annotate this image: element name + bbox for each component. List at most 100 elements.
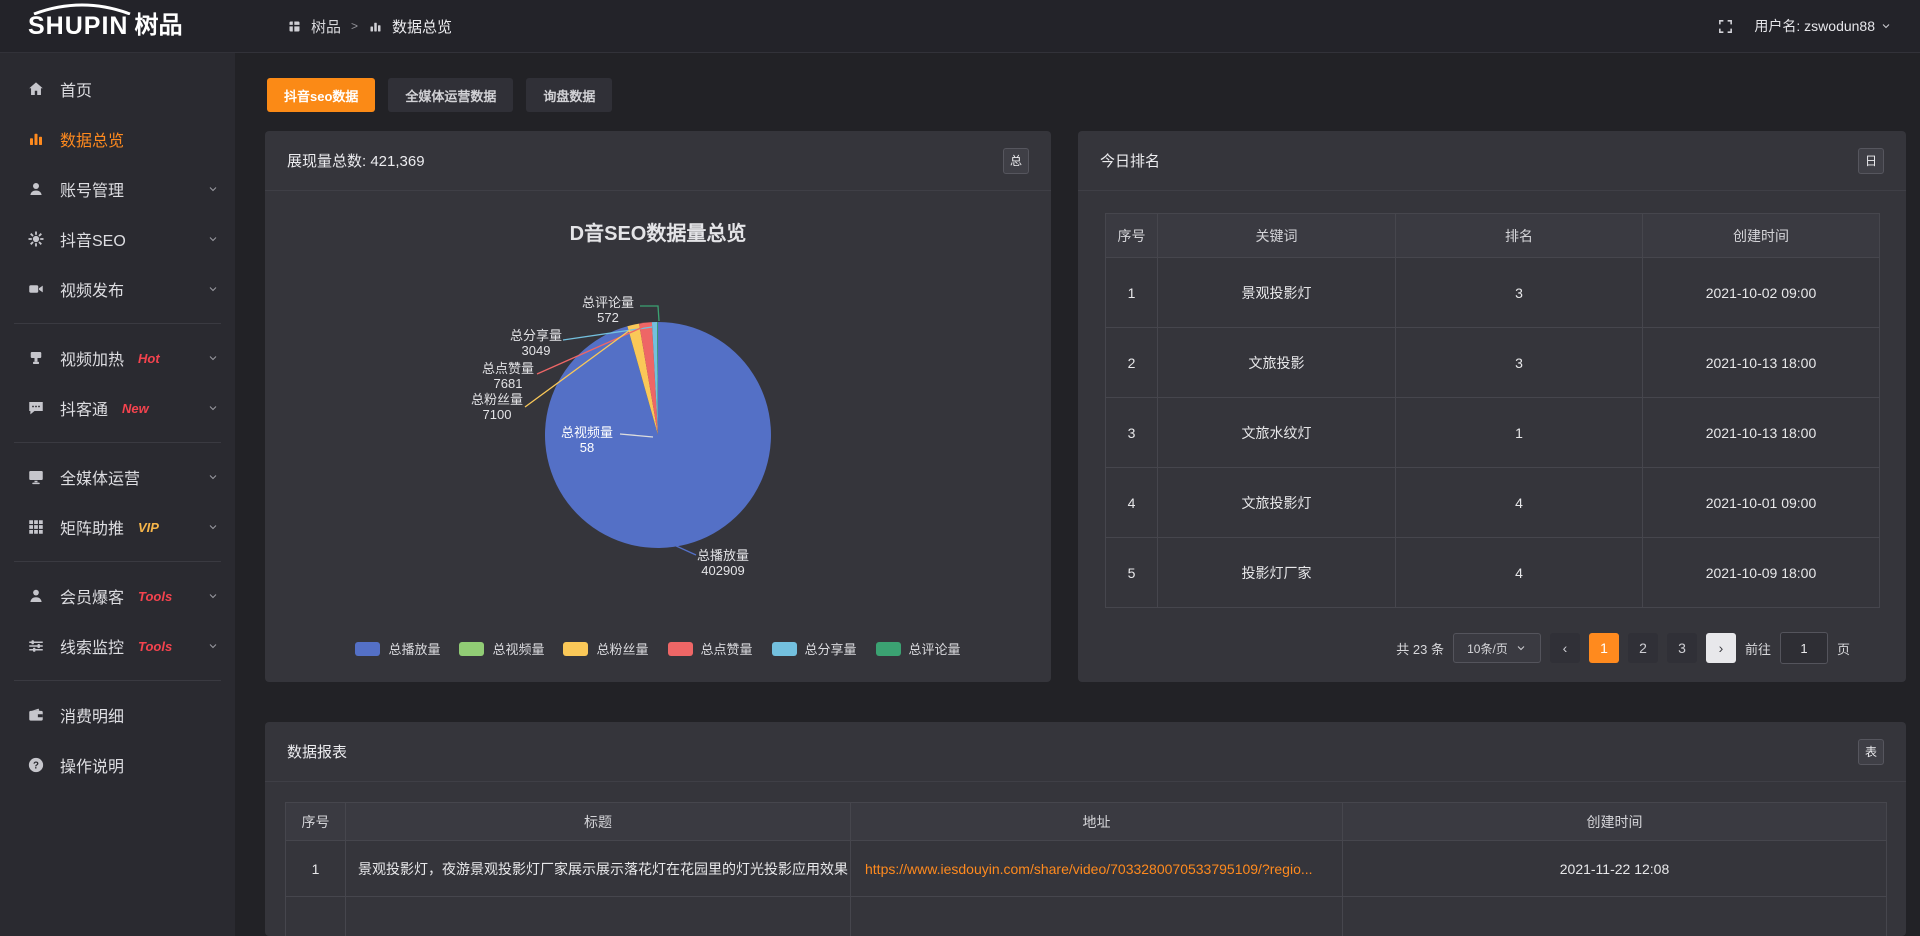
sidebar-item-expense-detail[interactable]: 消费明细 [0,690,235,740]
chevron-down-icon [1515,642,1527,654]
logo-text-en: SHUPIN [28,14,128,39]
table-cell: 3 [1106,398,1158,468]
table-cell: 4 [1106,468,1158,538]
chevron-down-icon [207,521,219,533]
report-cell-index: 1 [286,841,346,897]
chevron-down-icon [207,471,219,483]
breadcrumb-root-icon [287,19,302,34]
sidebar-item-douyin-seo[interactable]: 抖音SEO [0,214,235,264]
table-row: 5投影灯厂家42021-10-09 18:00 [1106,538,1880,608]
ranking-col-header: 关键词 [1158,214,1396,258]
sidebar-item-home[interactable]: 首页 [0,64,235,114]
sidebar-item-account-manage[interactable]: 账号管理 [0,164,235,214]
table-cell: 文旅水纹灯 [1158,398,1396,468]
report-col-header: 创建时间 [1343,803,1887,841]
report-col-header: 地址 [851,803,1343,841]
pie-label-value: 58 [561,440,613,455]
table-cell: 4 [1396,468,1643,538]
table-cell [1343,897,1887,936]
pie-label-share: 总分享量3049 [510,328,562,358]
table-row: 1景观投影灯，夜游景观投影灯厂家展示展示落花灯在花园里的灯光投影应用效果 # ht… [286,841,1887,897]
logo-arc-icon [30,3,134,15]
page-buttons: 123 [1589,633,1697,663]
sidebar-item-douketong[interactable]: 抖客通New [0,383,235,433]
sidebar-item-help-guide[interactable]: ?操作说明 [0,740,235,790]
breadcrumb-root[interactable]: 树品 [311,16,341,37]
pie-chart [265,131,1051,682]
sidebar-item-matrix-boost[interactable]: 矩阵助推VIP [0,502,235,552]
tab-douyin-seo-data[interactable]: 抖音seo数据 [267,78,375,112]
sidebar-divider [14,442,221,443]
ranking-col-header: 创建时间 [1643,214,1880,258]
member-icon [27,587,45,605]
ranking-corner-button[interactable]: 日 [1858,148,1884,174]
user-menu[interactable]: 用户名: zswodun88 [1754,16,1892,36]
sidebar-item-clue-monitor[interactable]: 线索监控Tools [0,621,235,671]
tab-inquiry-data[interactable]: 询盘数据 [526,78,612,112]
goto-page-input[interactable] [1780,632,1828,664]
sidebar-item-media-operation[interactable]: 全媒体运营 [0,452,235,502]
next-page-button[interactable]: › [1706,633,1736,663]
pie-label-video: 总视频量58 [561,425,613,455]
page-root: SHUPIN 树品 树品 > 数据总览 用户名: zswodun88 [0,0,1920,936]
sidebar-badge-new: New [122,401,149,416]
sidebar-item-video-heat[interactable]: 视频加热Hot [0,333,235,383]
report-table: 序号标题地址创建时间 1景观投影灯，夜游景观投影灯厂家展示展示落花灯在花园里的灯… [285,802,1887,936]
table-row [286,897,1887,936]
chat-icon [27,399,45,417]
prev-page-button[interactable]: ‹ [1550,633,1580,663]
pie-label-value: 402909 [697,563,749,578]
pie-label-fans: 总粉丝量7100 [471,392,523,422]
page-button-1[interactable]: 1 [1589,633,1619,663]
sidebar-divider [14,561,221,562]
table-cell: 2021-10-01 09:00 [1643,468,1880,538]
sidebar-item-data-overview[interactable]: 数据总览 [0,114,235,164]
legend-item-share[interactable]: 总分享量 [772,639,857,658]
pie-label-like: 总点赞量7681 [482,361,534,391]
legend-item-comment[interactable]: 总评论量 [876,639,961,658]
ranking-table: 序号关键词排名创建时间 1景观投影灯32021-10-02 09:002文旅投影… [1105,213,1880,608]
table-cell: 2 [1106,328,1158,398]
ranking-panel: 今日排名 日 序号关键词排名创建时间 1景观投影灯32021-10-02 09:… [1078,131,1906,682]
table-cell: 投影灯厂家 [1158,538,1396,608]
pagination: 共 23 条 10条/页 ‹ 123 › 前往 页 [1396,632,1850,664]
logo-text-cn: 树品 [134,14,182,38]
page-button-2[interactable]: 2 [1628,633,1658,663]
legend-item-play[interactable]: 总播放量 [355,639,440,658]
legend-item-like[interactable]: 总点赞量 [668,639,753,658]
page-button-3[interactable]: 3 [1667,633,1697,663]
legend-label: 总视频量 [492,639,544,658]
heat-icon [27,349,45,367]
sidebar: 首页数据总览账号管理抖音SEO视频发布视频加热Hot抖客通New 全媒体运营矩阵助… [0,52,235,936]
video-icon [27,280,45,298]
pie-label-line-comment [640,306,659,321]
ranking-title: 今日排名 [1100,150,1160,171]
tab-media-operation-data[interactable]: 全媒体运营数据 [388,78,513,112]
legend-swatch [668,642,693,656]
sidebar-item-video-publish[interactable]: 视频发布 [0,264,235,314]
legend-item-fans[interactable]: 总粉丝量 [563,639,648,658]
pie-label-name: 总点赞量 [482,361,534,376]
app-logo: SHUPIN 树品 [0,14,235,39]
table-cell: 2021-10-13 18:00 [1643,328,1880,398]
pie-label-value: 7681 [482,376,534,391]
chevron-down-icon [207,352,219,364]
chevron-down-icon [207,183,219,195]
report-corner-button[interactable]: 表 [1858,739,1884,765]
legend-item-video[interactable]: 总视频量 [459,639,544,658]
chevron-down-icon [207,640,219,652]
help-icon: ? [27,756,45,774]
report-title: 数据报表 [287,741,347,762]
page-size-select[interactable]: 10条/页 [1453,633,1541,663]
table-cell: 2021-10-13 18:00 [1643,398,1880,468]
pie-label-value: 3049 [510,343,562,358]
legend-swatch [459,642,484,656]
sidebar-divider [14,680,221,681]
sidebar-item-member-burst[interactable]: 会员爆客Tools [0,571,235,621]
report-url-link[interactable]: https://www.iesdouyin.com/share/video/70… [865,861,1313,877]
fullscreen-icon[interactable] [1717,18,1734,35]
table-cell: 1 [1106,258,1158,328]
table-row: 1景观投影灯32021-10-02 09:00 [1106,258,1880,328]
chevron-down-icon [207,233,219,245]
report-cell-title: 景观投影灯，夜游景观投影灯厂家展示展示落花灯在花园里的灯光投影应用效果 # [346,841,851,897]
